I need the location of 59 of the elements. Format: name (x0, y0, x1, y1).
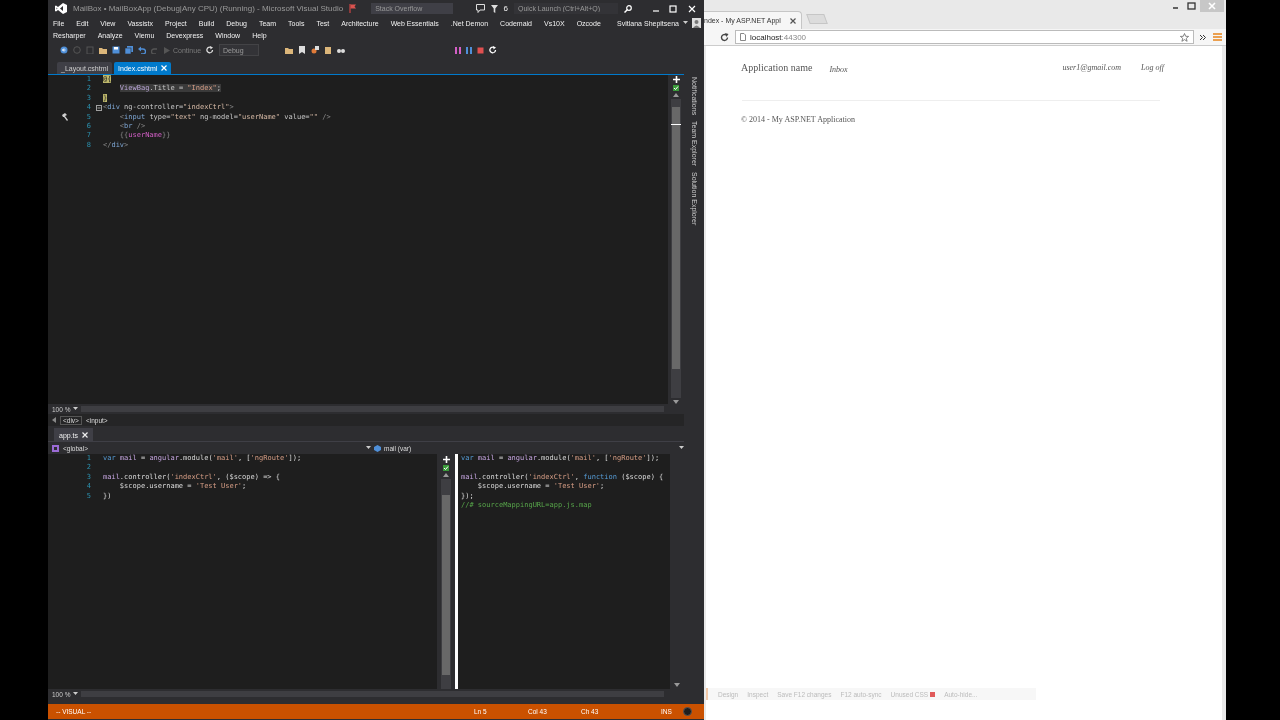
plus-icon[interactable] (672, 76, 680, 83)
plus-icon[interactable] (442, 456, 450, 463)
bookmark-icon[interactable] (297, 46, 306, 54)
search-icon[interactable] (624, 4, 632, 13)
nav-link[interactable]: Inbox (829, 65, 848, 74)
scroll-thumb[interactable] (442, 495, 450, 675)
brand-link[interactable]: Application name (741, 61, 813, 73)
reload-icon[interactable] (720, 32, 729, 42)
open-folder-icon[interactable] (99, 46, 107, 54)
up-arrow-icon[interactable] (443, 473, 449, 477)
stop-icon[interactable] (476, 46, 484, 54)
undo-icon[interactable] (138, 46, 146, 54)
up-arrow-icon[interactable] (673, 93, 679, 97)
restart-icon[interactable] (206, 46, 215, 54)
status-circle-icon (683, 707, 692, 716)
scope-icon (52, 444, 59, 452)
star-icon[interactable] (1180, 32, 1189, 42)
cube-icon (374, 444, 381, 452)
caret-icon[interactable] (679, 446, 684, 450)
avatar-icon (692, 18, 701, 29)
close-icon[interactable] (790, 17, 796, 24)
user-link[interactable]: user1@gmail.com (1062, 62, 1122, 72)
app-logo-icon (55, 3, 67, 14)
caret-icon[interactable] (366, 446, 371, 450)
play-icon (164, 46, 170, 54)
caret-marker (671, 124, 681, 125)
extensions-icon[interactable] (1200, 33, 1207, 41)
left-arrow-icon[interactable] (52, 417, 56, 423)
binoculars-icon[interactable] (336, 46, 345, 54)
collapse-icon[interactable] (96, 104, 102, 111)
chat-icon[interactable] (475, 4, 485, 13)
address-bar[interactable]: localhost:44300 (735, 30, 1194, 44)
footer-text: © 2014 - My ASP.NET Application (741, 115, 856, 124)
url-text: localhost:44300 (750, 32, 807, 42)
check-icon (443, 465, 449, 471)
page-icon (740, 33, 746, 41)
caret-icon[interactable] (683, 21, 688, 26)
break-all-icon[interactable] (465, 46, 472, 54)
flag-icon (930, 691, 936, 697)
down-arrow-icon[interactable] (673, 400, 679, 404)
window-title: MailBox • MailBoxApp (Debug|Any CPU) (Running) - Microsoft Visual Studio (73, 4, 344, 13)
save-all-icon[interactable] (125, 46, 133, 54)
scrollbar[interactable] (668, 75, 684, 404)
maximize-icon[interactable] (666, 4, 680, 13)
close-icon[interactable] (686, 4, 698, 13)
pause-icon[interactable] (454, 46, 461, 54)
logoff-link[interactable]: Log off (1141, 62, 1164, 72)
object-icon[interactable] (310, 46, 319, 54)
save-icon[interactable] (112, 46, 120, 54)
folder-icon[interactable] (284, 46, 293, 54)
caret-icon[interactable] (73, 407, 79, 411)
caret-icon[interactable] (73, 692, 79, 696)
check-icon (673, 85, 679, 91)
notification-count: 6 (503, 4, 508, 13)
back-icon[interactable] (60, 46, 68, 54)
scroll-thumb[interactable] (672, 107, 680, 369)
flag-icon[interactable] (349, 4, 358, 13)
filter-icon[interactable] (490, 4, 498, 13)
down-arrow-icon[interactable] (674, 683, 680, 687)
